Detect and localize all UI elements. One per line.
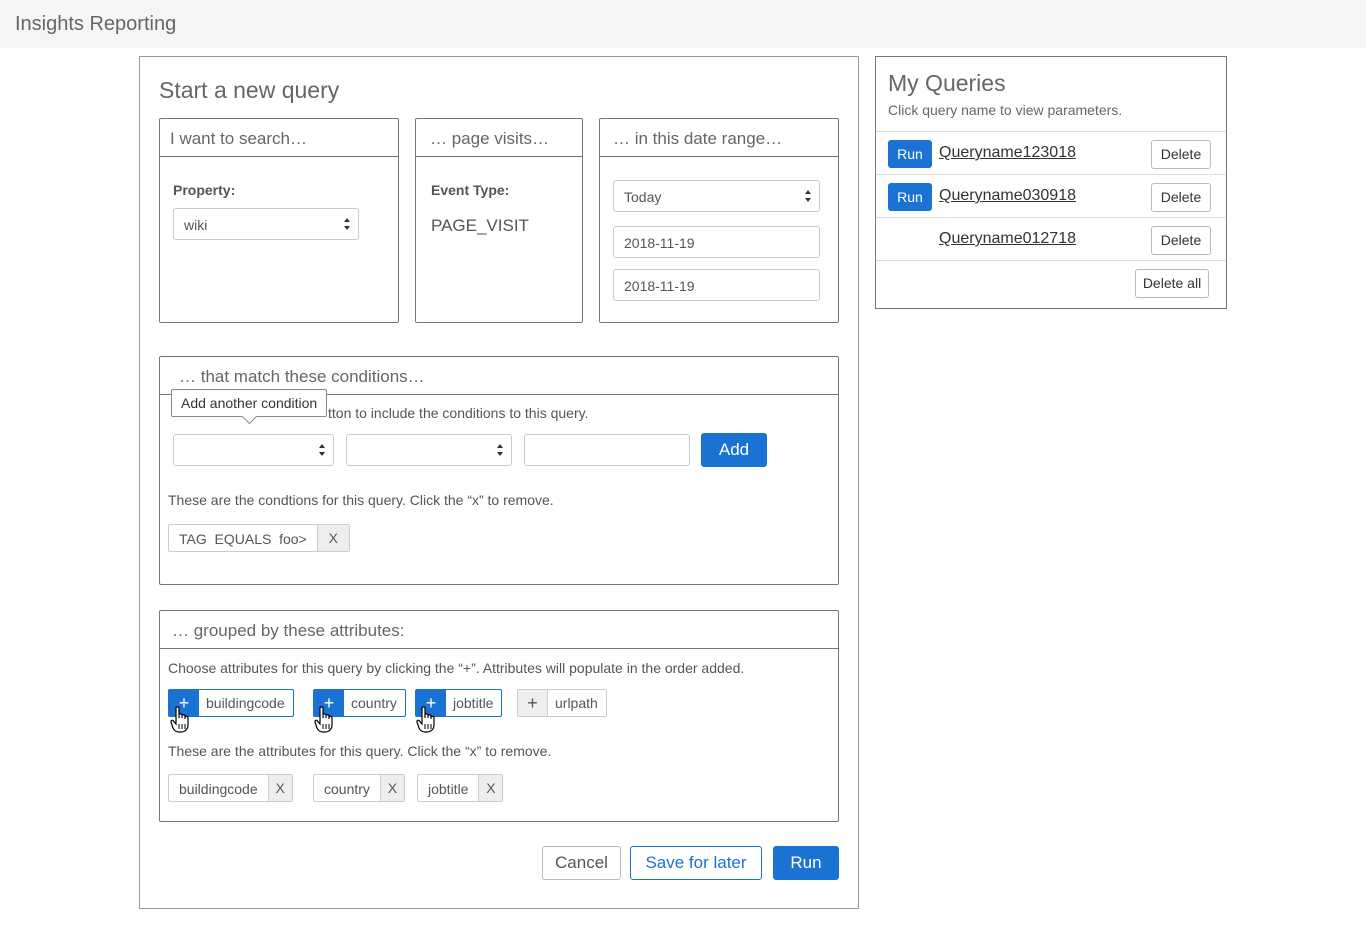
condition-tag: TAG EQUALS foo> X	[168, 524, 350, 552]
my-queries-title: My Queries	[888, 70, 1006, 96]
attributes-box: … grouped by these attributes: Choose at…	[159, 610, 839, 822]
hand-cursor-icon	[170, 706, 189, 733]
delete-query-button[interactable]: Delete	[1151, 183, 1211, 212]
selected-attribute-label: jobtitle	[428, 781, 469, 797]
conditions-box: … that match these conditions… tton to i…	[159, 356, 839, 585]
saved-query-name-link[interactable]: Queryname012718	[939, 230, 1076, 248]
visits-box-heading: … page visits…	[416, 119, 582, 157]
select-arrows-icon	[497, 444, 503, 456]
attributes-help-text: Choose attributes for this query by clic…	[168, 660, 745, 676]
condition-tag-text: TAG EQUALS foo>	[179, 531, 307, 547]
add-condition-tooltip: Add another condition	[171, 389, 328, 417]
divider	[876, 260, 1226, 261]
hand-cursor-icon	[416, 706, 435, 733]
remove-attribute-button[interactable]: X	[267, 775, 292, 801]
my-queries-panel: My Queries Click query name to view para…	[875, 56, 1227, 309]
selected-attribute-tag: jobtitle X	[417, 774, 504, 802]
delete-query-button[interactable]: Delete	[1151, 140, 1211, 169]
selected-attribute-tag: country X	[313, 774, 405, 802]
select-arrows-icon	[805, 190, 811, 202]
top-bar: Insights Reporting	[0, 0, 1366, 48]
property-select[interactable]: wiki	[173, 208, 359, 240]
save-for-later-button[interactable]: Save for later	[630, 846, 762, 880]
start-date-input[interactable]: 2018-11-19	[613, 226, 820, 258]
remove-condition-button[interactable]: X	[316, 525, 349, 551]
date-range-heading: … in this date range…	[600, 119, 838, 157]
remove-attribute-button[interactable]: X	[478, 775, 503, 801]
run-query-button[interactable]: Run	[773, 846, 839, 880]
query-row: Run Queryname123018 Delete	[876, 131, 1226, 174]
attributes-heading: … grouped by these attributes:	[160, 611, 838, 649]
date-range-select[interactable]: Today	[613, 180, 820, 212]
property-label: Property:	[173, 182, 236, 198]
search-box: I want to search… Property: wiki	[159, 118, 399, 323]
attribute-option-label: country	[351, 695, 397, 711]
delete-all-button[interactable]: Delete all	[1135, 269, 1209, 298]
select-arrows-icon	[319, 444, 325, 456]
condition-value-input[interactable]	[524, 434, 690, 466]
attribute-option-label: jobtitle	[453, 695, 494, 711]
run-saved-query-button[interactable]: Run	[888, 140, 932, 168]
end-date-input[interactable]: 2018-11-19	[613, 269, 820, 301]
property-select-value: wiki	[184, 217, 208, 233]
attribute-option-label: buildingcode	[206, 695, 285, 711]
saved-query-name-link[interactable]: Queryname123018	[939, 144, 1076, 162]
attribute-option-urlpath[interactable]: + urlpath	[517, 689, 607, 717]
run-saved-query-button[interactable]: Run	[888, 183, 932, 211]
condition-field-select[interactable]	[173, 434, 334, 466]
date-range-box: … in this date range… Today 2018-11-19 2…	[599, 118, 839, 323]
event-type-value: PAGE_VISIT	[431, 216, 529, 235]
add-condition-button[interactable]: Add	[701, 433, 767, 467]
conditions-help-text: tton to include the conditions to this q…	[328, 405, 589, 421]
visits-box: … page visits… Event Type: PAGE_VISIT	[415, 118, 583, 323]
search-box-heading: I want to search…	[160, 119, 398, 157]
date-range-select-value: Today	[624, 189, 662, 205]
my-queries-subtitle: Click query name to view parameters.	[888, 102, 1123, 118]
remove-attribute-button[interactable]: X	[379, 775, 404, 801]
query-panel-title: Start a new query	[159, 77, 340, 103]
query-row: Run Queryname030918 Delete	[876, 174, 1226, 217]
cancel-button[interactable]: Cancel	[542, 846, 621, 880]
query-panel: Start a new query I want to search… Prop…	[139, 56, 859, 909]
selected-attribute-label: buildingcode	[179, 781, 258, 797]
app-title: Insights Reporting	[15, 13, 177, 35]
select-arrows-icon	[344, 218, 350, 230]
saved-query-name-link[interactable]: Queryname030918	[939, 187, 1076, 205]
query-row: Queryname012718 Delete	[876, 217, 1226, 260]
condition-operator-select[interactable]	[346, 434, 512, 466]
attribute-option-label: urlpath	[555, 695, 598, 711]
plus-icon[interactable]: +	[518, 690, 548, 716]
conditions-list-help: These are the condtions for this query. …	[168, 492, 554, 508]
attributes-list-help: These are the attributes for this query.…	[168, 743, 552, 759]
event-type-label: Event Type:	[431, 182, 510, 198]
selected-attribute-tag: buildingcode X	[168, 774, 293, 802]
delete-query-button[interactable]: Delete	[1151, 226, 1211, 255]
selected-attribute-label: country	[324, 781, 370, 797]
hand-cursor-icon	[314, 706, 333, 733]
